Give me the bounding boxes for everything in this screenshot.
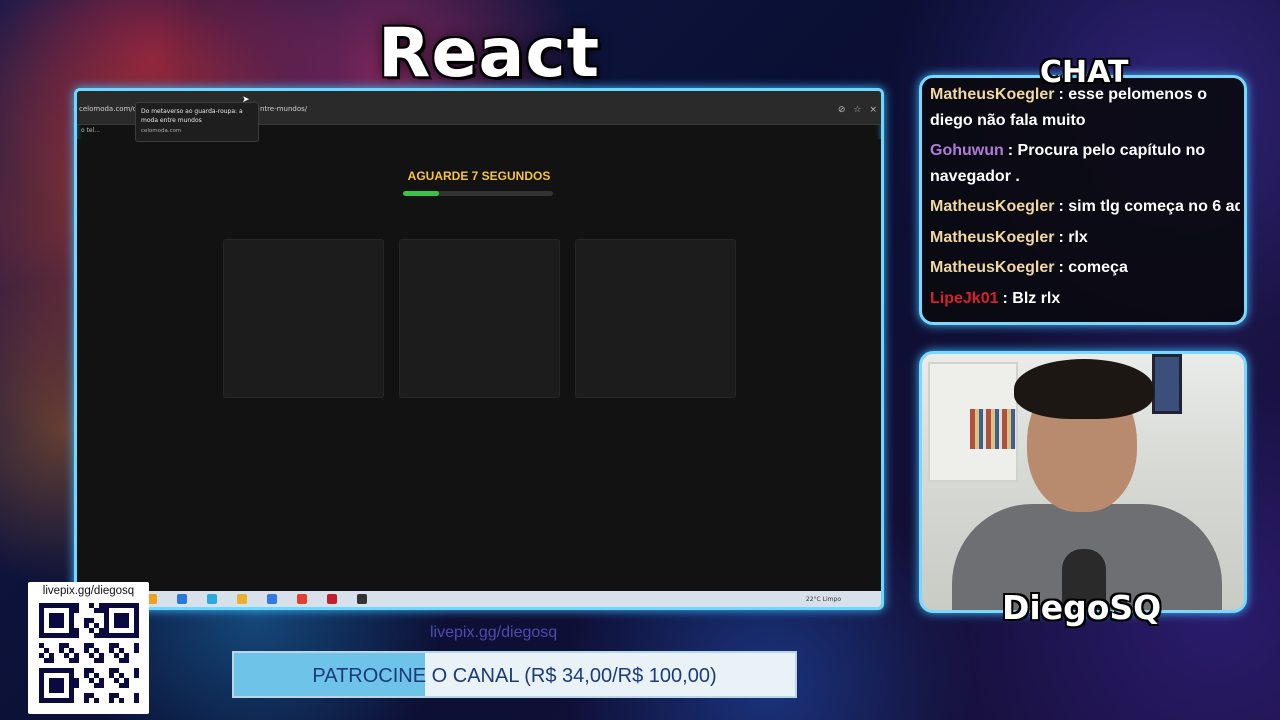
sponsor-goal-text: PATROCINE O CANAL (R$ 34,00/R$ 100,00)	[312, 665, 717, 687]
countdown-progress-fill	[403, 191, 439, 196]
tooltip-title: Do metaverso ao guarda-roupa: a moda ent…	[141, 108, 243, 124]
close-icon[interactable]: ×	[869, 105, 877, 115]
taskbar: 22°C Limpo	[77, 591, 881, 607]
chat-panel: MatheusKoegler: esse pelomenos o diego n…	[919, 75, 1247, 325]
eye-off-icon[interactable]: ⊘	[838, 105, 846, 115]
url-tail: ntre-mundos/	[260, 105, 308, 113]
web-page: AGUARDE 7 SEGUNDOS	[77, 139, 881, 597]
livepix-url: livepix.gg/diegosq	[430, 624, 558, 641]
edge-icon[interactable]	[207, 594, 217, 604]
search-icon[interactable]	[177, 594, 187, 604]
chat-message: LipeJk01: Blz rlx	[930, 286, 1240, 312]
livepix-label: livepix.gg/diegosq	[42, 585, 135, 597]
streamer-name: DiegoSQ	[1002, 588, 1162, 627]
chat-message: MatheusKoegler: rlx	[930, 225, 1240, 251]
weather-status: 22°C Limpo	[805, 595, 841, 603]
star-icon[interactable]: ☆	[853, 105, 861, 115]
chat-message: MatheusKoegler: começa	[930, 255, 1240, 281]
url-prefix: celomoda.com/do	[79, 105, 142, 113]
webcam-books	[970, 409, 1016, 449]
chat-username[interactable]: MatheusKoegler	[930, 198, 1054, 215]
chat-message: MatheusKoegler: sim tlg começa no 6 adr	[930, 194, 1240, 220]
tooltip-domain: celomoda.com	[141, 128, 182, 134]
chat-username[interactable]: MatheusKoegler	[930, 259, 1054, 276]
webcam-picture-frame	[1152, 354, 1182, 414]
chat-message: Gohuwun: Procura pelo capítulo no navega…	[930, 138, 1240, 189]
chat-username[interactable]: Gohuwun	[930, 142, 1004, 159]
mouse-cursor-icon: ➤	[242, 95, 250, 105]
chat-username[interactable]: MatheusKoegler	[930, 86, 1054, 103]
countdown-text: AGUARDE 7 SEGUNDOS	[407, 169, 551, 183]
qr-code-icon	[38, 603, 139, 703]
address-bar-icons: ⊘ ☆ ×	[838, 105, 877, 115]
chat-text: : começa	[1058, 259, 1128, 276]
content-card-3[interactable]	[575, 239, 736, 398]
content-card-2[interactable]	[399, 239, 560, 398]
chat-username[interactable]: MatheusKoegler	[930, 229, 1054, 246]
chat-username[interactable]: LipeJk01	[930, 290, 998, 307]
bookmark-item[interactable]: o tel...	[81, 127, 100, 134]
webcam-person-hair	[1014, 359, 1154, 419]
chat-title: CHAT	[1040, 55, 1129, 90]
react-title: React	[378, 14, 601, 93]
sponsor-goal-bar: PATROCINE O CANAL (R$ 34,00/R$ 100,00)	[232, 651, 797, 698]
chat-text: : rlx	[1058, 228, 1088, 246]
chat-text: : Blz rlx	[1002, 289, 1061, 307]
chrome-icon[interactable]	[297, 594, 307, 604]
obs-icon[interactable]	[357, 594, 367, 604]
store-icon[interactable]	[267, 594, 277, 604]
browser-capture: celomoda.com/do ntre-mundos/ ⊘ ☆ × o tel…	[74, 88, 884, 610]
content-card-1[interactable]	[223, 239, 384, 398]
countdown-progress	[403, 191, 553, 196]
folder-icon[interactable]	[237, 594, 247, 604]
livepix-qr-box: livepix.gg/diegosq	[28, 582, 149, 714]
webcam-panel	[919, 351, 1247, 613]
tab-tooltip: Do metaverso ao guarda-roupa: a moda ent…	[135, 102, 259, 142]
chat-text: : sim tlg começa no 6 adr	[1058, 198, 1240, 215]
chat-list: MatheusKoegler: esse pelomenos o diego n…	[930, 82, 1240, 316]
app-icon[interactable]	[327, 594, 337, 604]
